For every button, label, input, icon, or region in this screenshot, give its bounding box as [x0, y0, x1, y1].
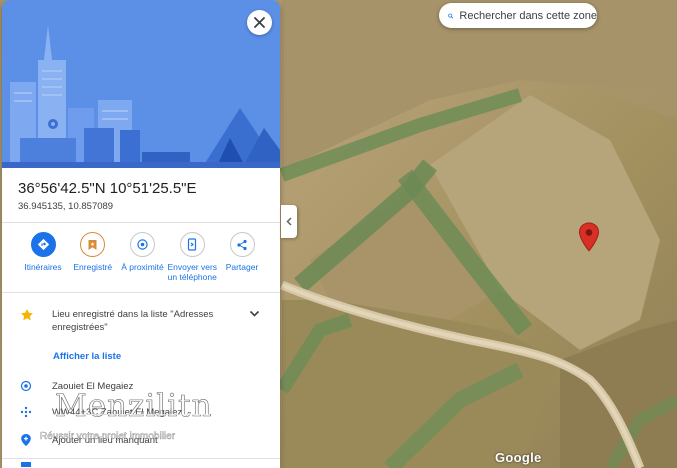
- watermark-logo: Menzilitn: [55, 388, 213, 425]
- collapse-panel-button[interactable]: [281, 205, 297, 238]
- map-pin-icon[interactable]: [578, 222, 600, 252]
- directions-icon: [37, 238, 49, 251]
- show-list-link[interactable]: Afficher la liste: [53, 351, 121, 362]
- search-icon: [448, 13, 454, 19]
- close-icon: [254, 17, 265, 28]
- send-to-phone-icon: [188, 238, 197, 251]
- bookmark-icon: [88, 239, 97, 250]
- info-row-partial: [20, 461, 260, 467]
- search-this-area-button[interactable]: Rechercher dans cette zone: [439, 3, 597, 28]
- directions-button[interactable]: Itinéraires: [20, 232, 66, 282]
- chevron-left-icon: [286, 217, 292, 226]
- saved-label: Enregistré: [73, 262, 113, 272]
- divider: [2, 222, 280, 223]
- watermark-emblem: [31, 390, 49, 428]
- saved-list-text: Lieu enregistré dans la liste "Adresses …: [52, 309, 214, 333]
- saved-button[interactable]: Enregistré: [70, 232, 116, 282]
- watermark-tagline: Réussir votre projet immobilier: [40, 431, 176, 442]
- divider: [2, 292, 280, 293]
- google-logo: Google: [495, 450, 542, 465]
- share-button[interactable]: Partager: [219, 232, 265, 282]
- label-icon: [21, 462, 31, 467]
- divider: [2, 458, 280, 459]
- coordinates-dms: 36°56'42.5"N 10°51'25.5"E: [18, 180, 197, 197]
- add-place-icon: [21, 434, 31, 446]
- chevron-down-icon[interactable]: [249, 310, 260, 318]
- star-icon: [21, 309, 33, 321]
- saved-list-row[interactable]: Lieu enregistré dans la liste "Adresses …: [20, 308, 268, 334]
- close-button[interactable]: [247, 10, 272, 35]
- nearby-label: À proximité: [121, 262, 164, 272]
- send-to-phone-label: Envoyer vers un téléphone: [167, 262, 218, 282]
- share-label: Partager: [225, 262, 259, 272]
- send-to-phone-button[interactable]: Envoyer vers un téléphone: [167, 232, 218, 282]
- nearby-button[interactable]: À proximité: [120, 232, 166, 282]
- watermark-rule: [40, 414, 210, 415]
- coordinates-decimal[interactable]: 36.945135, 10.857089: [18, 201, 113, 212]
- share-icon: [237, 239, 247, 250]
- directions-label: Itinéraires: [24, 262, 62, 272]
- action-buttons-row: Itinéraires Enregistré À proximité Envoy…: [20, 232, 265, 282]
- search-this-area-label: Rechercher dans cette zone: [459, 9, 597, 22]
- hero-illustration: [2, 0, 280, 168]
- nearby-icon: [137, 239, 148, 250]
- city-skyline-illustration: [2, 0, 280, 168]
